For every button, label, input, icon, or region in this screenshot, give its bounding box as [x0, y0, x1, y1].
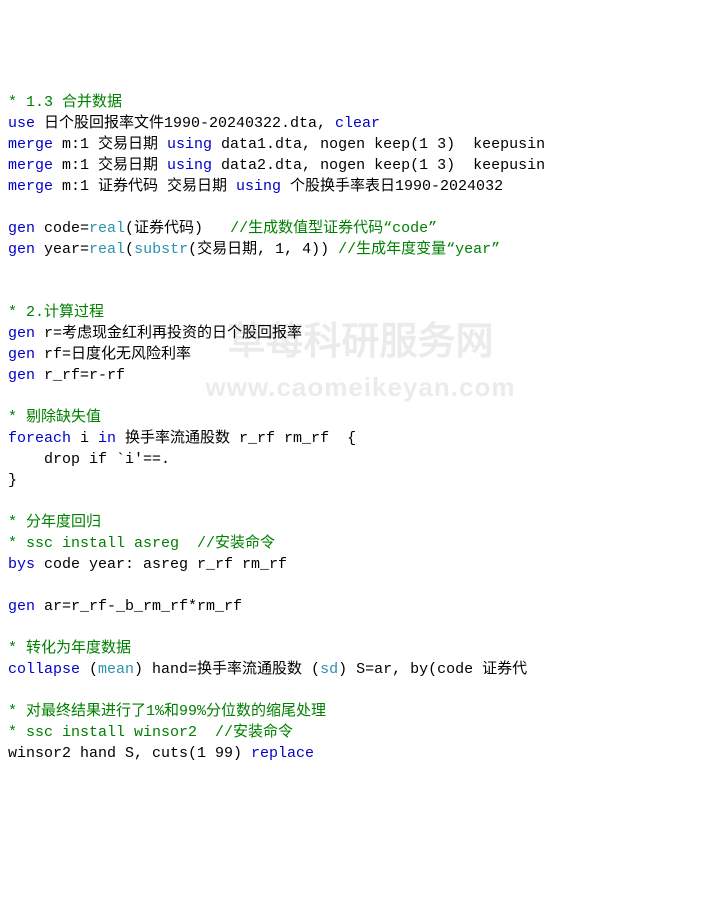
keyword-text: merge [8, 178, 53, 195]
code-line: foreach i in 换手率流通股数 r_rf rm_rf { [8, 428, 713, 449]
code-text: m:1 交易日期 [53, 157, 167, 174]
code-text: i [71, 430, 98, 447]
comment-text: * ssc install asreg //安装命令 [8, 535, 275, 552]
code-text: r=考虑现金红利再投资的日个股回报率 [35, 325, 302, 342]
keyword-text: using [167, 136, 212, 153]
code-block: * 1.3 合并数据 use 日个股回报率文件1990-20240322.dta,… [8, 92, 713, 764]
code-line: gen rf=日度化无风险利率 [8, 344, 713, 365]
keyword-text: gen [8, 241, 35, 258]
code-text: 日个股回报率文件1990-20240322.dta, [35, 115, 335, 132]
code-line: * 1.3 合并数据 [8, 92, 713, 113]
code-text: ( [80, 661, 98, 678]
code-line [8, 281, 713, 302]
code-text: (证券代码) [125, 220, 230, 237]
function-text: real [89, 241, 125, 258]
code-line: use 日个股回报率文件1990-20240322.dta, clear [8, 113, 713, 134]
comment-text: * 分年度回归 [8, 514, 101, 531]
code-line: winsor2 hand S, cuts(1 99) replace [8, 743, 713, 764]
code-line: * ssc install winsor2 //安装命令 [8, 722, 713, 743]
keyword-text: clear [335, 115, 380, 132]
code-line: * 剔除缺失值 [8, 407, 713, 428]
code-line: drop if `i'==. [8, 449, 713, 470]
code-line [8, 386, 713, 407]
keyword-text: foreach [8, 430, 71, 447]
function-text: real [89, 220, 125, 237]
comment-text: * 2.计算过程 [8, 304, 104, 321]
code-line [8, 575, 713, 596]
comment-text: //生成数值型证券代码“code” [230, 220, 437, 237]
code-line: * 2.计算过程 [8, 302, 713, 323]
code-text: data2.dta, nogen keep(1 3) keepusin [212, 157, 545, 174]
code-text: (交易日期, 1, 4)) [188, 241, 338, 258]
keyword-text: gen [8, 367, 35, 384]
code-text: 个股换手率表日1990-2024032 [281, 178, 503, 195]
code-line: gen r=考虑现金红利再投资的日个股回报率 [8, 323, 713, 344]
code-line: bys code year: asreg r_rf rm_rf [8, 554, 713, 575]
code-line: * 对最终结果进行了1%和99%分位数的缩尾处理 [8, 701, 713, 722]
code-line: gen year=real(substr(交易日期, 1, 4)) //生成年度… [8, 239, 713, 260]
code-text: m:1 交易日期 [53, 136, 167, 153]
comment-text: //生成年度变量“year” [338, 241, 500, 258]
keyword-text: replace [251, 745, 314, 762]
keyword-text: gen [8, 220, 35, 237]
code-text: code= [35, 220, 89, 237]
code-text: 换手率流通股数 r_rf rm_rf { [116, 430, 356, 447]
code-text: drop if `i'==. [8, 451, 170, 468]
code-line [8, 491, 713, 512]
keyword-text: merge [8, 157, 53, 174]
code-line: * 分年度回归 [8, 512, 713, 533]
keyword-text: gen [8, 598, 35, 615]
comment-text: * 转化为年度数据 [8, 640, 131, 657]
code-text: ) S=ar, by(code 证券代 [338, 661, 527, 678]
code-text: code year: asreg r_rf rm_rf [35, 556, 287, 573]
code-text: data1.dta, nogen keep(1 3) keepusin [212, 136, 545, 153]
code-line: collapse (mean) hand=换手率流通股数 (sd) S=ar, … [8, 659, 713, 680]
keyword-text: using [236, 178, 281, 195]
comment-text: * 剔除缺失值 [8, 409, 101, 426]
keyword-text: using [167, 157, 212, 174]
code-text: ) hand=换手率流通股数 ( [134, 661, 320, 678]
keyword-text: in [98, 430, 116, 447]
code-line [8, 680, 713, 701]
code-text: winsor2 hand S, cuts(1 99) [8, 745, 251, 762]
code-line [8, 617, 713, 638]
keyword-text: collapse [8, 661, 80, 678]
code-text: } [8, 472, 17, 489]
code-text: ar=r_rf-_b_rm_rf*rm_rf [35, 598, 242, 615]
function-text: substr [134, 241, 188, 258]
keyword-text: gen [8, 325, 35, 342]
code-line: merge m:1 交易日期 using data1.dta, nogen ke… [8, 134, 713, 155]
function-text: mean [98, 661, 134, 678]
code-line [8, 260, 713, 281]
code-line [8, 197, 713, 218]
comment-text: * 1.3 合并数据 [8, 94, 122, 111]
code-line: * ssc install asreg //安装命令 [8, 533, 713, 554]
comment-text: * 对最终结果进行了1%和99%分位数的缩尾处理 [8, 703, 326, 720]
code-line: * 转化为年度数据 [8, 638, 713, 659]
keyword-text: use [8, 115, 35, 132]
code-line: } [8, 470, 713, 491]
code-line: gen ar=r_rf-_b_rm_rf*rm_rf [8, 596, 713, 617]
code-text: r_rf=r-rf [35, 367, 125, 384]
code-line: merge m:1 证券代码 交易日期 using 个股换手率表日1990-20… [8, 176, 713, 197]
keyword-text: bys [8, 556, 35, 573]
keyword-text: gen [8, 346, 35, 363]
comment-text: * ssc install winsor2 //安装命令 [8, 724, 293, 741]
code-text: ( [125, 241, 134, 258]
code-text: year= [35, 241, 89, 258]
code-line: merge m:1 交易日期 using data2.dta, nogen ke… [8, 155, 713, 176]
keyword-text: merge [8, 136, 53, 153]
code-text: rf=日度化无风险利率 [35, 346, 191, 363]
code-line: gen r_rf=r-rf [8, 365, 713, 386]
function-text: sd [320, 661, 338, 678]
code-text: m:1 证券代码 交易日期 [53, 178, 236, 195]
code-line: gen code=real(证券代码) //生成数值型证券代码“code” [8, 218, 713, 239]
